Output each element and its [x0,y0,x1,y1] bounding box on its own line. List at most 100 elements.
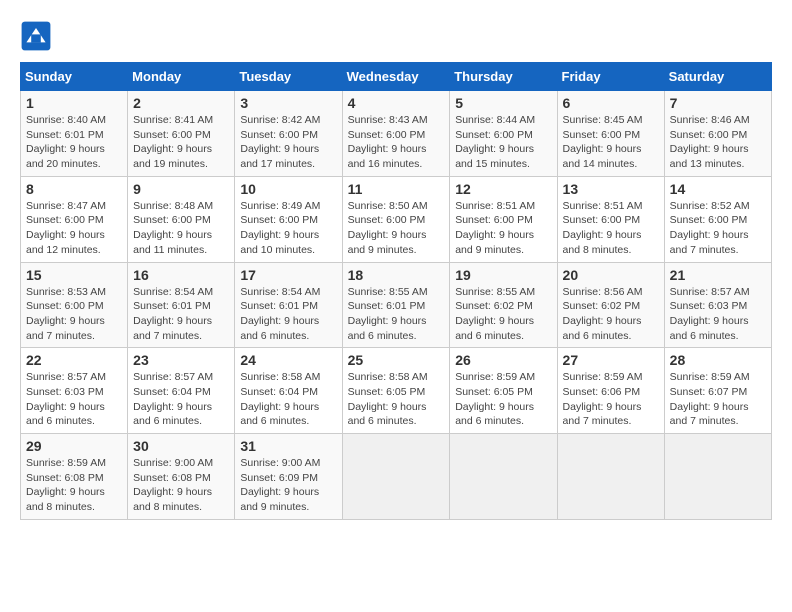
calendar-cell: 12 Sunrise: 8:51 AM Sunset: 6:00 PM Dayl… [450,176,557,262]
day-info: Sunrise: 8:57 AM Sunset: 6:03 PM Dayligh… [26,370,122,429]
day-number: 15 [26,267,122,283]
calendar-cell: 14 Sunrise: 8:52 AM Sunset: 6:00 PM Dayl… [664,176,771,262]
calendar-cell: 27 Sunrise: 8:59 AM Sunset: 6:06 PM Dayl… [557,348,664,434]
calendar-cell: 1 Sunrise: 8:40 AM Sunset: 6:01 PM Dayli… [21,91,128,177]
calendar-cell: 24 Sunrise: 8:58 AM Sunset: 6:04 PM Dayl… [235,348,342,434]
day-number: 10 [240,181,336,197]
calendar-cell: 5 Sunrise: 8:44 AM Sunset: 6:00 PM Dayli… [450,91,557,177]
calendar-cell: 18 Sunrise: 8:55 AM Sunset: 6:01 PM Dayl… [342,262,450,348]
day-info: Sunrise: 8:56 AM Sunset: 6:02 PM Dayligh… [563,285,659,344]
calendar-cell: 7 Sunrise: 8:46 AM Sunset: 6:00 PM Dayli… [664,91,771,177]
weekday-row: SundayMondayTuesdayWednesdayThursdayFrid… [21,63,772,91]
day-info: Sunrise: 8:43 AM Sunset: 6:00 PM Dayligh… [348,113,445,172]
weekday-header: Tuesday [235,63,342,91]
day-info: Sunrise: 8:59 AM Sunset: 6:07 PM Dayligh… [670,370,766,429]
weekday-header: Saturday [664,63,771,91]
day-number: 31 [240,438,336,454]
day-info: Sunrise: 8:40 AM Sunset: 6:01 PM Dayligh… [26,113,122,172]
day-number: 13 [563,181,659,197]
calendar-cell [664,434,771,520]
calendar-week-row: 8 Sunrise: 8:47 AM Sunset: 6:00 PM Dayli… [21,176,772,262]
calendar-cell: 29 Sunrise: 8:59 AM Sunset: 6:08 PM Dayl… [21,434,128,520]
calendar-cell: 13 Sunrise: 8:51 AM Sunset: 6:00 PM Dayl… [557,176,664,262]
day-info: Sunrise: 8:54 AM Sunset: 6:01 PM Dayligh… [133,285,229,344]
day-info: Sunrise: 9:00 AM Sunset: 6:08 PM Dayligh… [133,456,229,515]
day-info: Sunrise: 8:53 AM Sunset: 6:00 PM Dayligh… [26,285,122,344]
day-number: 11 [348,181,445,197]
day-number: 3 [240,95,336,111]
calendar-week-row: 15 Sunrise: 8:53 AM Sunset: 6:00 PM Dayl… [21,262,772,348]
calendar-cell: 10 Sunrise: 8:49 AM Sunset: 6:00 PM Dayl… [235,176,342,262]
day-info: Sunrise: 8:55 AM Sunset: 6:02 PM Dayligh… [455,285,551,344]
day-number: 20 [563,267,659,283]
weekday-header: Wednesday [342,63,450,91]
day-number: 2 [133,95,229,111]
day-info: Sunrise: 8:50 AM Sunset: 6:00 PM Dayligh… [348,199,445,258]
calendar-cell: 23 Sunrise: 8:57 AM Sunset: 6:04 PM Dayl… [128,348,235,434]
day-number: 18 [348,267,445,283]
calendar-cell [450,434,557,520]
calendar-week-row: 29 Sunrise: 8:59 AM Sunset: 6:08 PM Dayl… [21,434,772,520]
day-number: 26 [455,352,551,368]
calendar-cell: 26 Sunrise: 8:59 AM Sunset: 6:05 PM Dayl… [450,348,557,434]
day-info: Sunrise: 8:59 AM Sunset: 6:06 PM Dayligh… [563,370,659,429]
day-info: Sunrise: 8:58 AM Sunset: 6:04 PM Dayligh… [240,370,336,429]
page-header [20,20,772,52]
day-number: 12 [455,181,551,197]
day-info: Sunrise: 8:59 AM Sunset: 6:05 PM Dayligh… [455,370,551,429]
calendar-cell: 28 Sunrise: 8:59 AM Sunset: 6:07 PM Dayl… [664,348,771,434]
calendar-cell: 6 Sunrise: 8:45 AM Sunset: 6:00 PM Dayli… [557,91,664,177]
day-number: 1 [26,95,122,111]
day-info: Sunrise: 8:51 AM Sunset: 6:00 PM Dayligh… [455,199,551,258]
weekday-header: Thursday [450,63,557,91]
weekday-header: Monday [128,63,235,91]
calendar-cell [557,434,664,520]
day-info: Sunrise: 8:42 AM Sunset: 6:00 PM Dayligh… [240,113,336,172]
day-number: 8 [26,181,122,197]
calendar-cell: 30 Sunrise: 9:00 AM Sunset: 6:08 PM Dayl… [128,434,235,520]
day-number: 23 [133,352,229,368]
calendar-week-row: 1 Sunrise: 8:40 AM Sunset: 6:01 PM Dayli… [21,91,772,177]
calendar-cell: 2 Sunrise: 8:41 AM Sunset: 6:00 PM Dayli… [128,91,235,177]
day-number: 22 [26,352,122,368]
day-info: Sunrise: 9:00 AM Sunset: 6:09 PM Dayligh… [240,456,336,515]
day-number: 29 [26,438,122,454]
calendar-cell: 11 Sunrise: 8:50 AM Sunset: 6:00 PM Dayl… [342,176,450,262]
day-info: Sunrise: 8:57 AM Sunset: 6:03 PM Dayligh… [670,285,766,344]
day-number: 28 [670,352,766,368]
day-number: 17 [240,267,336,283]
day-number: 25 [348,352,445,368]
day-number: 19 [455,267,551,283]
calendar-week-row: 22 Sunrise: 8:57 AM Sunset: 6:03 PM Dayl… [21,348,772,434]
day-info: Sunrise: 8:45 AM Sunset: 6:00 PM Dayligh… [563,113,659,172]
calendar-cell: 31 Sunrise: 9:00 AM Sunset: 6:09 PM Dayl… [235,434,342,520]
day-info: Sunrise: 8:48 AM Sunset: 6:00 PM Dayligh… [133,199,229,258]
day-number: 16 [133,267,229,283]
day-info: Sunrise: 8:47 AM Sunset: 6:00 PM Dayligh… [26,199,122,258]
day-info: Sunrise: 8:44 AM Sunset: 6:00 PM Dayligh… [455,113,551,172]
calendar-cell [342,434,450,520]
day-number: 21 [670,267,766,283]
day-info: Sunrise: 8:54 AM Sunset: 6:01 PM Dayligh… [240,285,336,344]
calendar-cell: 16 Sunrise: 8:54 AM Sunset: 6:01 PM Dayl… [128,262,235,348]
day-info: Sunrise: 8:49 AM Sunset: 6:00 PM Dayligh… [240,199,336,258]
day-number: 4 [348,95,445,111]
logo-icon [20,20,52,52]
calendar-cell: 20 Sunrise: 8:56 AM Sunset: 6:02 PM Dayl… [557,262,664,348]
calendar-body: 1 Sunrise: 8:40 AM Sunset: 6:01 PM Dayli… [21,91,772,520]
calendar-cell: 17 Sunrise: 8:54 AM Sunset: 6:01 PM Dayl… [235,262,342,348]
calendar-cell: 15 Sunrise: 8:53 AM Sunset: 6:00 PM Dayl… [21,262,128,348]
calendar-table: SundayMondayTuesdayWednesdayThursdayFrid… [20,62,772,520]
day-number: 7 [670,95,766,111]
calendar-cell: 9 Sunrise: 8:48 AM Sunset: 6:00 PM Dayli… [128,176,235,262]
day-info: Sunrise: 8:59 AM Sunset: 6:08 PM Dayligh… [26,456,122,515]
day-number: 5 [455,95,551,111]
day-info: Sunrise: 8:57 AM Sunset: 6:04 PM Dayligh… [133,370,229,429]
calendar-header: SundayMondayTuesdayWednesdayThursdayFrid… [21,63,772,91]
day-number: 6 [563,95,659,111]
calendar-cell: 21 Sunrise: 8:57 AM Sunset: 6:03 PM Dayl… [664,262,771,348]
day-number: 30 [133,438,229,454]
day-number: 14 [670,181,766,197]
weekday-header: Friday [557,63,664,91]
calendar-cell: 3 Sunrise: 8:42 AM Sunset: 6:00 PM Dayli… [235,91,342,177]
